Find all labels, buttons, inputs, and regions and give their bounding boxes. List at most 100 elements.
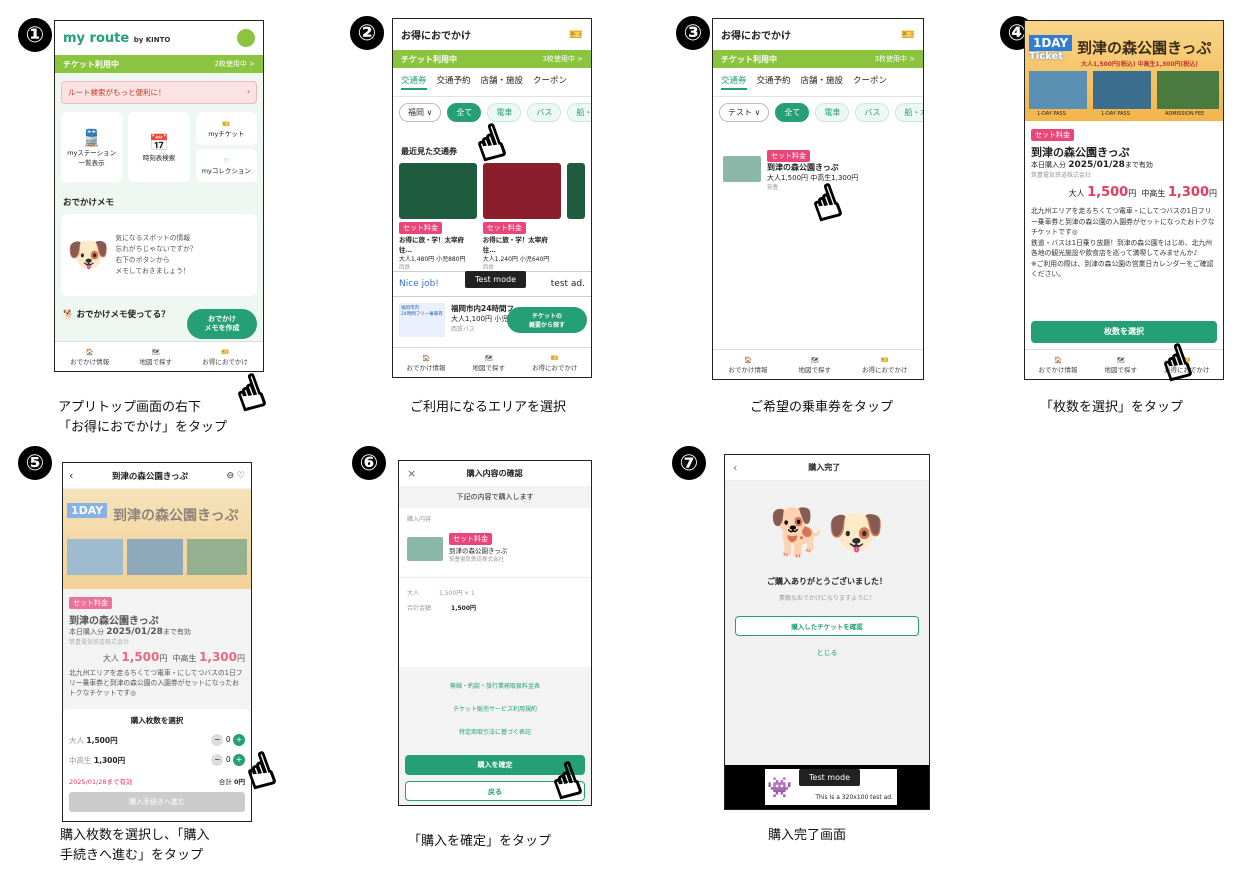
caption-3: ご希望の乗車券をタップ [750, 400, 894, 415]
chip-ship[interactable]: 船・水上 [895, 103, 923, 122]
heart-icon: ♡ [223, 156, 230, 165]
tab-shops[interactable]: 店舗・施設 [481, 74, 524, 90]
chip-bus[interactable]: バス [855, 103, 890, 122]
select-quantity-button[interactable]: 枚数を選択 [1031, 321, 1217, 343]
ticket-nav-icon: 🎫 [221, 347, 230, 356]
my-ticket-card[interactable]: 🎫 myチケット [195, 112, 257, 145]
close-icon[interactable]: × [407, 467, 416, 480]
nav-deals[interactable]: 🎫 お得におでかけ [202, 348, 248, 366]
screen-title: 購入内容の確認 [466, 469, 523, 478]
chip-all[interactable]: 全て [775, 103, 810, 122]
adult-qty-row: 大人 1,500円 − 0 + [69, 734, 245, 746]
map-icon: 🗺 [151, 347, 160, 356]
tab-transport[interactable]: 交通券 [721, 74, 747, 90]
ticket-badge-icon[interactable]: 🎫 [569, 28, 583, 41]
find-by-overview-button[interactable]: チケットの 概要から探す [507, 307, 587, 333]
app-logo: my route by KINTO [63, 30, 171, 46]
tab-transport[interactable]: 交通券 [401, 74, 427, 90]
step-number-5: ⑤ [18, 446, 52, 480]
screen-2-area: お得におでかけ 🎫 チケット利用中 3枚使用中 > 交通券 交通予約 店舗・施設 … [392, 18, 592, 378]
recent-card-2[interactable]: セット料金 お得に旅・学！太宰府往… 大人1,240円 小児640円 西鉄 [482, 163, 561, 271]
screen-5-quantity: ‹ 到津の森公園きっぷ ⊖ ♡ 1DAY 到津の森公園きっぷ セット料金 到津の… [62, 462, 252, 822]
test-mode-label: Test mode [465, 271, 526, 288]
caption-7: 購入完了画面 [768, 828, 847, 843]
set-price-tag: セット料金 [1031, 129, 1074, 141]
nav-map[interactable]: 🗺 地図で探す [139, 348, 172, 366]
area-select[interactable]: 福岡 ∨ [399, 103, 442, 122]
nav-outing-info[interactable]: 🏠 おでかけ情報 [407, 354, 446, 372]
back-icon[interactable]: ‹ [69, 469, 73, 482]
nav-outing-info[interactable]: 🏠 おでかけ情報 [729, 356, 768, 374]
step-number-3: ③ [676, 16, 710, 50]
my-station-card[interactable]: 🚆 myステーション 一覧表示 [61, 112, 123, 182]
dog-illustration-icon: 🐶 [67, 235, 110, 275]
create-memo-button[interactable]: おでかけ メモを作成 [187, 309, 257, 339]
proceed-purchase-button[interactable]: 購入手続きへ進む [69, 792, 245, 812]
tab-reservation[interactable]: 交通予約 [757, 74, 791, 90]
screen-title: お得におでかけ [721, 31, 791, 42]
profile-icon[interactable] [237, 29, 255, 47]
chip-bus[interactable]: バス [527, 103, 562, 122]
ticket-in-use-bar[interactable]: チケット利用中 2枚使用中 > [55, 55, 263, 73]
nav-deals[interactable]: 🎫 お得におでかけ [862, 356, 908, 374]
nav-map[interactable]: 🗺 地図で探す [473, 354, 506, 372]
area-select[interactable]: テスト ∨ [719, 103, 770, 122]
prices: 大人 1,500円 中高生 1,300円 [1068, 185, 1217, 200]
route-search-banner[interactable]: ルート検索がもっと便利に！ › [61, 81, 257, 104]
nav-outing-info[interactable]: 🏠 おでかけ情報 [1039, 356, 1078, 374]
train-photo-1 [1029, 71, 1087, 109]
home-icon: 🏠 [85, 347, 94, 356]
tab-coupon[interactable]: クーポン [533, 74, 567, 90]
train-icon: 🚆 [81, 127, 102, 147]
mid-qty-row: 中高生 1,300円 − 0 + [69, 754, 245, 766]
nav-deals[interactable]: 🎫 お得におでかけ [532, 354, 578, 372]
screen-title: お得におでかけ [401, 31, 471, 42]
mascot-icon: 👾 [767, 775, 792, 799]
tab-reservation[interactable]: 交通予約 [437, 74, 471, 90]
timetable-card[interactable]: 📅 時刻表検索 [128, 112, 190, 182]
caption-2: ご利用になるエリアを選択 [410, 400, 567, 415]
ticket-icon: 🎫 [222, 119, 231, 128]
minus-icon[interactable]: − [211, 754, 224, 766]
memo-title: おでかけメモ [63, 198, 115, 208]
validity: 本日購入分 2025/01/28まで有効 [1031, 160, 1153, 170]
tab-coupon[interactable]: クーポン [853, 74, 887, 90]
description: 北九州エリアを走るちくてつ電車・にしてつバスの1日フリー乗車券と到津の森公園の入… [1031, 207, 1215, 278]
animal-photo [1157, 71, 1219, 109]
ticket-badge-icon[interactable]: 🎫 [901, 28, 915, 41]
memo-card: 🐶 気になるスポットの情報 忘れがちじゃないですか？ 右下のボタンから メモして… [61, 214, 257, 296]
ticket-name: 到津の森公園きっぷ [1031, 146, 1130, 159]
link-terms[interactable]: チケット販売サービス利用規約 [399, 704, 591, 713]
link-commerce-act[interactable]: 特定商取引法に基づく表記 [399, 727, 591, 736]
caption-5: 購入枚数を選択し、「購入 手続きへ進む」をタップ [60, 828, 210, 863]
step-number-2: ② [350, 16, 384, 50]
link-fees[interactable]: 無線・約款・旅行業務取扱料金表 [399, 681, 591, 690]
close-link[interactable]: とじる [725, 648, 929, 658]
test-mode-label: Test mode [799, 769, 860, 786]
ticket-in-use-bar[interactable]: チケット利用中 3枚使用中 > [713, 50, 923, 68]
more-icon[interactable]: ⊖ ♡ [227, 471, 245, 481]
tab-shops[interactable]: 店舗・施設 [801, 74, 844, 90]
dogs-illustration-icon: 🐕🐶 [769, 505, 885, 559]
minus-icon[interactable]: − [211, 734, 224, 746]
my-collection-card[interactable]: ♡ myコレクション [195, 149, 257, 182]
plus-icon[interactable]: + [233, 734, 245, 746]
step-number-1: ① [18, 18, 52, 52]
ticket-in-use-bar[interactable]: チケット利用中 3枚使用中 > [393, 50, 591, 68]
nav-outing-info[interactable]: 🏠 おでかけ情報 [70, 348, 109, 366]
dog-small-icon: 🐕 [63, 310, 77, 320]
screen-4-detail: 1DAY Ticket 到津の森公園きっぷ 大人1,500円(税込) 中高生1,… [1024, 20, 1224, 380]
chip-ship[interactable]: 船・水上 [567, 103, 591, 122]
screen-7-complete: ‹ 購入完了 🐕🐶 ご購入ありがとうございました！ 素敵なおでかけになりますよう… [724, 454, 930, 810]
caption-1: アプリトップ画面の右下 「お得におでかけ」をタップ [58, 400, 228, 435]
train-photo-2 [1093, 71, 1151, 109]
nav-map[interactable]: 🗺 地図で探す [799, 356, 832, 374]
quantity-sheet: 購入枚数を選択 大人 1,500円 − 0 + 中高生 1,300円 − 0 +… [63, 709, 251, 821]
chip-train[interactable]: 電車 [815, 103, 850, 122]
recent-card-1[interactable]: セット料金 お得に旅・学！太宰府往… 大人1,480円 小児880円 西鉄 [399, 163, 477, 271]
screen-title: 到津の森公園きっぷ [111, 471, 189, 482]
caption-6: 「購入を確定」をタップ [408, 834, 552, 849]
nav-map[interactable]: 🗺 地図で探す [1105, 356, 1138, 374]
view-purchased-ticket-button[interactable]: 購入したチケットを確認 [735, 616, 919, 636]
ticket-list-item[interactable]: 福岡市内 24時間フリー乗車券 福岡市内24時間フ 大人1,100円 小児5 西鉄バ… [399, 303, 514, 337]
